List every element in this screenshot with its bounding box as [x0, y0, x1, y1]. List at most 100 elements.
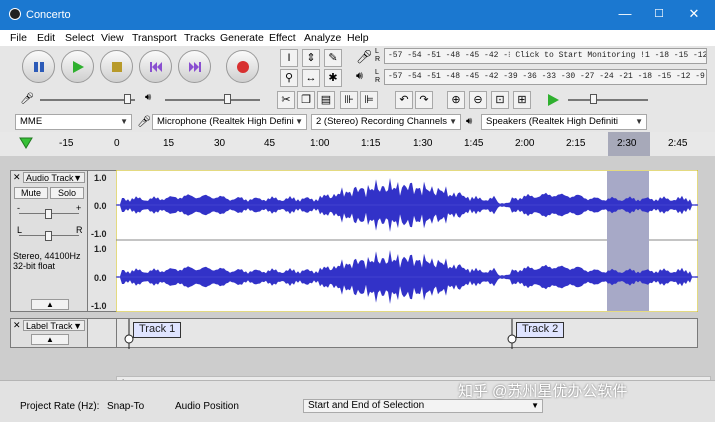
- close-track-icon[interactable]: ✕: [13, 172, 21, 183]
- tick-label: 45: [264, 138, 276, 149]
- undo-button[interactable]: ↶: [395, 91, 413, 109]
- zoom-out-icon: ⊖: [473, 94, 483, 106]
- menu-generate[interactable]: Generate: [220, 32, 264, 44]
- meter-channel-l-play: L: [375, 69, 379, 76]
- scale-label: 0.0: [94, 273, 107, 283]
- label-track-name: Label Track: [26, 321, 73, 331]
- recording-channels-select[interactable]: 2 (Stereo) Recording Channels ▼: [311, 114, 461, 130]
- zoom-tool[interactable]: ⚲: [280, 69, 298, 87]
- label-track-control-panel: ✕ Label Track ▼ ▲: [10, 318, 88, 348]
- pan-right-label: R: [76, 225, 83, 235]
- tick-label: 2:00: [515, 138, 535, 149]
- tick-label: 2:45: [668, 138, 688, 149]
- pause-icon: [34, 62, 44, 72]
- play-speed-slider[interactable]: [590, 94, 597, 104]
- tick-label: 1:45: [464, 138, 484, 149]
- ibeam-icon: I: [287, 52, 291, 64]
- toolbar-area: I ⇕ ✎ ⚲ ↔ ✱ 🎤︎ L R -57 -54 -51 -48 -45 -…: [0, 46, 715, 113]
- paste-button[interactable]: ▤: [317, 91, 335, 109]
- maximize-button[interactable]: ☐: [648, 4, 670, 24]
- menu-effect[interactable]: Effect: [269, 32, 296, 44]
- multi-tool[interactable]: ✱: [324, 69, 342, 87]
- record-button[interactable]: [226, 50, 259, 83]
- pan-slider[interactable]: [45, 231, 52, 241]
- menu-transport[interactable]: Transport: [132, 32, 177, 44]
- menu-file[interactable]: File: [10, 32, 27, 44]
- collapse-label-track-button[interactable]: ▲: [31, 334, 69, 345]
- waveform-display[interactable]: [116, 170, 698, 312]
- menu-help[interactable]: Help: [347, 32, 369, 44]
- menu-view[interactable]: View: [101, 32, 124, 44]
- label-track-name-menu[interactable]: Label Track ▼: [23, 320, 85, 331]
- paste-icon: ▤: [320, 94, 332, 106]
- vertical-ruler[interactable]: 1.0 0.0 -1.0 1.0 0.0 -1.0: [88, 170, 116, 312]
- zoom-in-icon: ⊕: [451, 94, 461, 106]
- menu-tracks[interactable]: Tracks: [184, 32, 215, 44]
- mute-button[interactable]: Mute: [14, 187, 48, 199]
- playback-device-value: Speakers (Realtek High Definiti: [486, 116, 619, 127]
- gain-plus-label: +: [76, 203, 82, 213]
- menu-analyze[interactable]: Analyze: [304, 32, 341, 44]
- playback-volume-slider[interactable]: [224, 94, 231, 104]
- play-at-speed-icon[interactable]: [546, 93, 560, 107]
- envelope-tool[interactable]: ⇕: [302, 49, 320, 67]
- play-icon: [73, 61, 84, 73]
- skip-to-start-button[interactable]: [139, 50, 172, 83]
- label-track-2[interactable]: Track 2: [516, 322, 565, 338]
- stop-button[interactable]: [100, 50, 133, 83]
- draw-tool[interactable]: ✎: [324, 49, 342, 67]
- play-speed-track: [568, 99, 648, 101]
- trim-button[interactable]: ⊪: [340, 91, 358, 109]
- solo-button[interactable]: Solo: [50, 187, 84, 199]
- time-shift-tool[interactable]: ↔: [302, 69, 320, 87]
- audio-position-label: Audio Position: [175, 401, 239, 412]
- zoom-out-button[interactable]: ⊖: [469, 91, 487, 109]
- silence-icon: ⊫: [364, 94, 374, 106]
- silence-button[interactable]: ⊫: [360, 91, 378, 109]
- audio-host-select[interactable]: MME ▼: [15, 114, 132, 130]
- record-meter[interactable]: -57 -54 -51 -48 -45 -42 -⁝ Click to Star…: [384, 48, 707, 64]
- recording-device-select[interactable]: Microphone (Realtek High Defini ▼: [152, 114, 307, 130]
- close-label-track-icon[interactable]: ✕: [13, 320, 21, 331]
- audio-track-control-panel: ✕ Audio Track ▼ Mute Solo - + L R Stereo…: [10, 170, 88, 312]
- label-track-area[interactable]: Track 1 Track 2: [116, 318, 698, 349]
- tick-label: 1:00: [310, 138, 330, 149]
- gain-slider[interactable]: [45, 209, 52, 219]
- skip-to-end-button[interactable]: [178, 50, 211, 83]
- copy-button[interactable]: ❐: [297, 91, 315, 109]
- meter-channel-r-play: R: [375, 77, 381, 84]
- trim-icon: ⊪: [344, 94, 354, 106]
- playback-device-select[interactable]: Speakers (Realtek High Definiti ▼: [481, 114, 647, 130]
- pin-playhead-icon[interactable]: [19, 137, 33, 149]
- menu-edit[interactable]: Edit: [37, 32, 55, 44]
- label-track-1[interactable]: Track 1: [133, 322, 182, 338]
- pause-button[interactable]: [22, 50, 55, 83]
- selection-mode-select[interactable]: Start and End of Selection ▼: [303, 399, 543, 413]
- chevron-down-icon: ▼: [531, 401, 539, 410]
- minimize-button[interactable]: —: [614, 4, 636, 24]
- scale-label: 1.0: [94, 173, 107, 183]
- selection-tool[interactable]: I: [280, 49, 298, 67]
- cut-button[interactable]: ✂: [277, 91, 295, 109]
- recording-volume-slider[interactable]: [124, 94, 131, 104]
- play-button[interactable]: [61, 50, 94, 83]
- device-toolbar: MME ▼ 🎤︎ Microphone (Realtek High Defini ▼…: [0, 112, 715, 133]
- label-track-ruler: [88, 318, 116, 348]
- timeline-ruler[interactable]: -15 0 15 30 45 1:00 1:15 1:30 1:45 2:00 …: [0, 132, 715, 157]
- project-rate-label: Project Rate (Hz):: [20, 401, 100, 412]
- fit-project-button[interactable]: ⊞: [513, 91, 531, 109]
- menu-select[interactable]: Select: [65, 32, 94, 44]
- dropdown-arrow-icon: ▼: [73, 321, 82, 331]
- gain-minus-label: -: [17, 203, 20, 213]
- window-title: Concerto: [26, 9, 71, 21]
- playback-meter[interactable]: -57 -54 -51 -48 -45 -42 -39 -36 -33 -30 …: [384, 69, 707, 85]
- redo-button[interactable]: ↷: [415, 91, 433, 109]
- envelope-icon: ⇕: [306, 52, 316, 64]
- zoom-in-button[interactable]: ⊕: [447, 91, 465, 109]
- close-button[interactable]: ✕: [683, 4, 705, 24]
- speaker-icon: 🔊︎: [356, 70, 363, 82]
- collapse-track-button[interactable]: ▲: [31, 299, 69, 310]
- fit-selection-button[interactable]: ⊡: [491, 91, 509, 109]
- tick-label: 1:15: [361, 138, 381, 149]
- track-name-menu[interactable]: Audio Track ▼: [23, 172, 85, 183]
